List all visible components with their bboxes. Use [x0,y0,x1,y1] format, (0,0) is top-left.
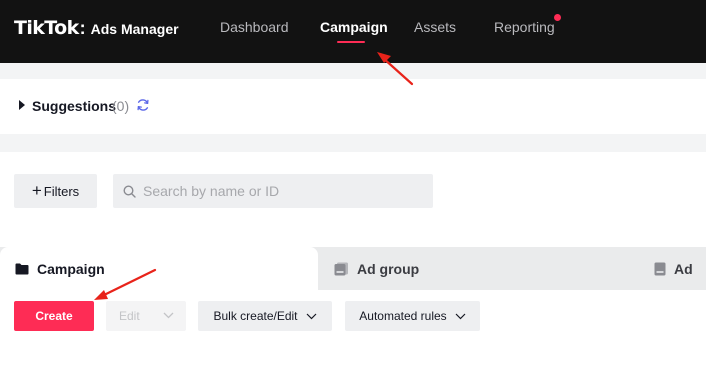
tiktok-ads-manager-logo[interactable]: TikTok : Ads Manager [14,17,179,39]
suggestions-count: (0) [112,98,130,114]
tab-ad-group-label: Ad group [357,260,420,277]
brand-separator: : [79,18,86,38]
edit-dropdown[interactable]: Edit [106,301,186,331]
suggestions-label[interactable]: Suggestions [32,98,116,114]
plus-icon: + [31,181,42,200]
ad-icon [654,262,666,275]
create-button[interactable]: Create [14,301,94,331]
filters-button[interactable]: + Filters [14,174,97,208]
ad-group-icon [334,262,348,275]
notification-dot [554,14,561,21]
nav-item-campaign[interactable]: Campaign [320,19,388,43]
suggestions-panel: Suggestions (0) [0,79,706,134]
edit-label: Edit [119,309,140,323]
folder-icon [15,263,29,274]
nav-item-assets[interactable]: Assets [414,19,456,43]
search-icon [123,185,136,198]
top-navigation-bar: TikTok : Ads Manager Dashboard Campaign … [0,0,706,63]
level-tabs: Campaign Ad group Ad [0,247,706,290]
tab-campaign[interactable]: Campaign [0,247,318,290]
search-input[interactable] [143,174,423,208]
nav-item-reporting[interactable]: Reporting [494,19,555,43]
tab-ad-group[interactable]: Ad group [334,247,419,290]
tab-ad[interactable]: Ad [654,247,693,290]
action-toolbar: Create Edit Bulk create/Edit Automated r… [0,290,706,383]
filter-panel: + Filters [0,152,706,247]
expand-caret-icon[interactable] [19,100,25,110]
search-box[interactable] [113,174,433,208]
refresh-icon[interactable] [136,98,150,112]
automated-rules-dropdown[interactable]: Automated rules [345,301,480,331]
filters-label: Filters [43,183,80,199]
chevron-down-icon [306,313,316,319]
chevron-down-icon [455,313,466,319]
bulk-label: Bulk create/Edit [213,309,298,323]
chevron-down-icon [163,312,174,319]
automated-label: Automated rules [359,309,447,323]
brand-suffix: Ads Manager [90,21,179,37]
tab-campaign-label: Campaign [37,260,105,277]
nav-active-indicator [337,41,365,43]
tab-ad-label: Ad [674,260,693,277]
nav-item-dashboard[interactable]: Dashboard [220,19,289,43]
bulk-create-edit-dropdown[interactable]: Bulk create/Edit [198,301,332,331]
brand-name: TikTok [14,17,79,39]
